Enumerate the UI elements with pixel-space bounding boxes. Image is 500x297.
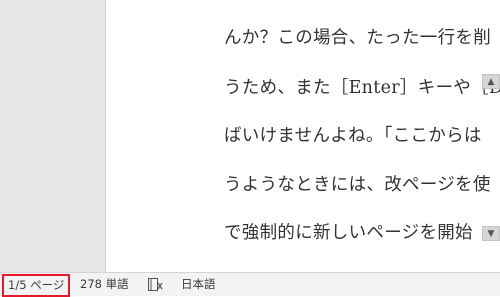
document-workspace: んか？この場合、たった一行を削 うため、また［Enter］キーや［D ばいけませ… (0, 0, 500, 272)
scroll-down-arrow-icon[interactable]: ▼ (482, 226, 500, 241)
status-bar: 1/5 ページ 278 単語 日本語 (0, 272, 500, 297)
page-count-indicator[interactable]: 1/5 ページ (2, 274, 71, 297)
scroll-up-arrow-icon[interactable]: ▲ (482, 74, 500, 89)
proofing-book-icon[interactable] (147, 273, 163, 296)
document-text-line[interactable]: で強制的に新しいページを開始 (224, 219, 473, 244)
document-text-line[interactable]: ばいけませんよね。「ここからは (224, 122, 482, 147)
document-text-line[interactable]: うようなときには、改ページを使 (224, 171, 491, 196)
language-indicator[interactable]: 日本語 (181, 273, 216, 296)
document-page[interactable]: んか？この場合、たった一行を削 うため、また［Enter］キーや［D ばいけませ… (105, 0, 500, 272)
document-text-line[interactable]: うため、また［Enter］キーや［D (224, 74, 500, 99)
word-count-indicator[interactable]: 278 単語 (80, 273, 129, 296)
document-text-line[interactable]: んか？この場合、たった一行を削 (224, 24, 491, 49)
